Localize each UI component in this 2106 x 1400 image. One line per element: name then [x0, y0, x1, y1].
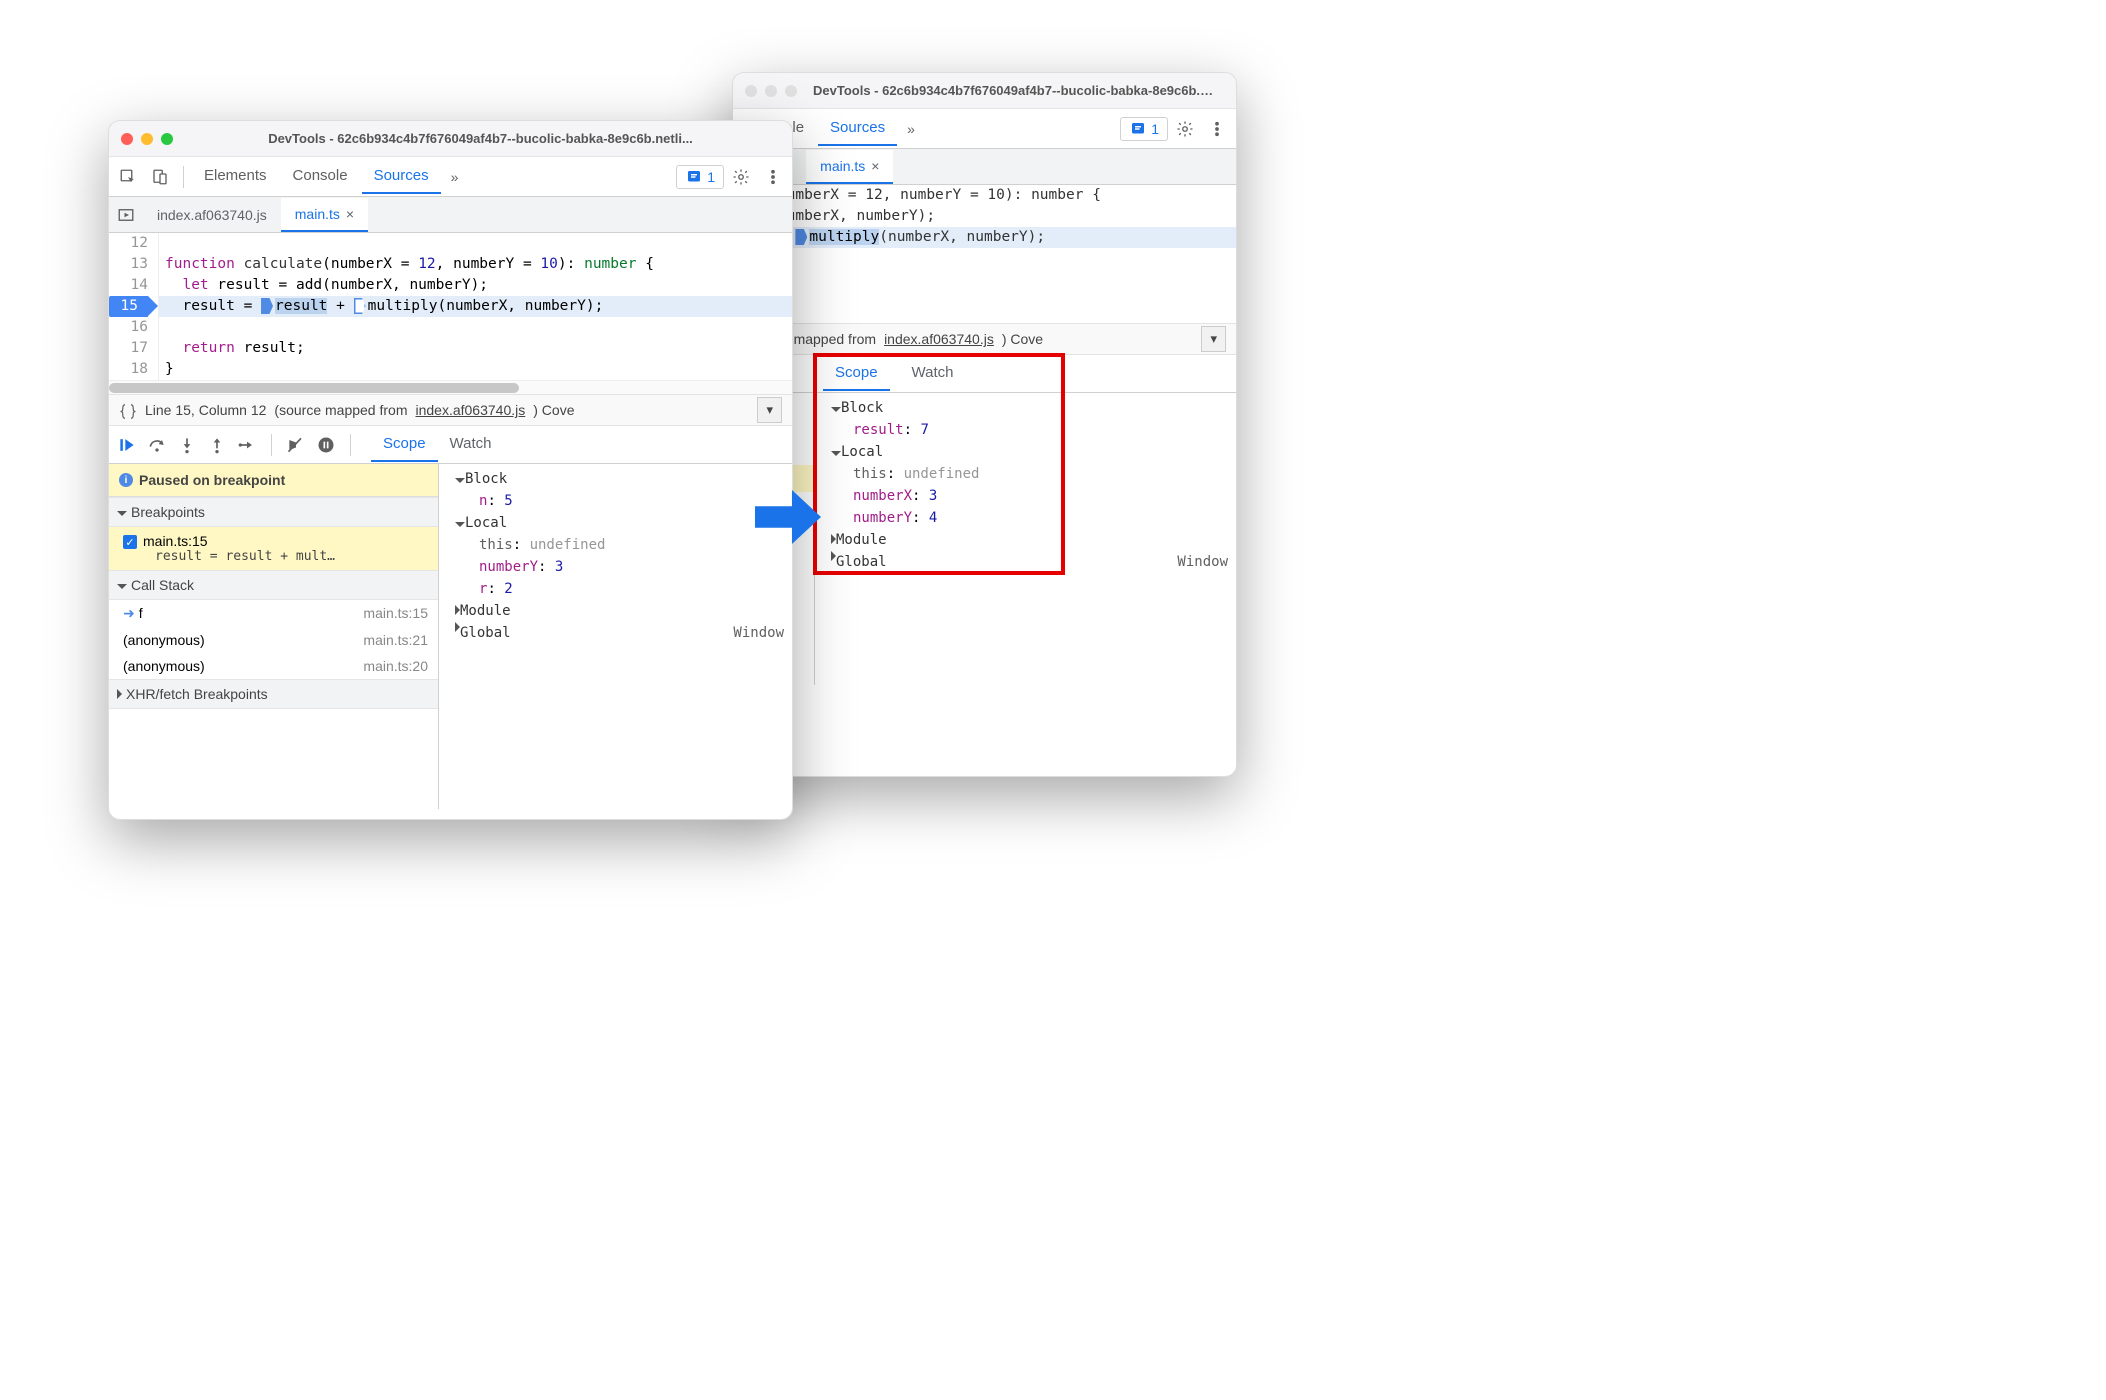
exec-marker-icon — [261, 298, 273, 314]
tab-elements[interactable]: Elements — [192, 159, 279, 194]
debug-toolbar: Scope Watch — [109, 426, 792, 464]
minimize-dot[interactable] — [765, 85, 777, 97]
device-icon[interactable] — [145, 162, 175, 192]
gear-icon[interactable] — [726, 162, 756, 192]
main-tabs: Console Sources » 1 — [733, 109, 1236, 149]
issues-count: 1 — [707, 169, 715, 185]
file-tab-main[interactable]: main.ts× — [281, 198, 368, 232]
kebab-icon[interactable] — [758, 162, 788, 192]
titlebar: DevTools - 62c6b934c4b7f676049af4b7--buc… — [109, 121, 792, 157]
coverage-toggle[interactable]: ▾ — [757, 397, 782, 423]
call-marker-icon — [354, 298, 366, 314]
callstack-row[interactable]: (anonymous)main.ts:21 — [109, 627, 438, 653]
code-editor[interactable]: ate(numberX = 12, numberY = 10): number … — [733, 185, 1236, 263]
tab-watch[interactable]: Watch — [900, 356, 966, 391]
step-over-icon[interactable] — [147, 435, 167, 455]
file-tab-js[interactable]: index.af063740.js — [143, 199, 281, 231]
window-title: DevTools - 62c6b934c4b7f676049af4b7--buc… — [805, 83, 1224, 98]
tab-sources[interactable]: Sources — [362, 159, 441, 194]
file-tabs: 3740.js main.ts× — [733, 149, 1236, 185]
breakpoint-line-marker[interactable]: 15 — [109, 296, 148, 317]
navigator-icon[interactable] — [109, 200, 143, 230]
pause-exc-icon[interactable] — [316, 435, 336, 455]
xhr-header[interactable]: XHR/fetch Breakpoints — [109, 679, 438, 709]
breakpoints-header[interactable]: Breakpoints — [109, 497, 438, 527]
tab-sources[interactable]: Sources — [818, 111, 897, 146]
arrow-icon — [755, 490, 821, 544]
back-scope-panel: Scope Watch Block result: 7 Local this: … — [815, 355, 1236, 685]
coverage-toggle[interactable]: ▾ — [1201, 326, 1226, 352]
titlebar: DevTools - 62c6b934c4b7f676049af4b7--buc… — [733, 73, 1236, 109]
step-icon[interactable] — [237, 435, 257, 455]
traffic-lights — [745, 85, 797, 97]
tab-scope[interactable]: Scope — [371, 427, 438, 462]
debug-sidebar: iPaused on breakpoint Breakpoints ✓main.… — [109, 464, 439, 809]
callstack-row[interactable]: ➜fmain.ts:15 — [109, 600, 438, 627]
inspect-icon[interactable] — [113, 162, 143, 192]
mapped-link[interactable]: index.af063740.js — [884, 331, 994, 347]
callstack-row[interactable]: (anonymous)main.ts:20 — [109, 653, 438, 679]
horiz-scrollbar[interactable] — [109, 380, 792, 394]
pretty-print-icon[interactable] — [119, 401, 137, 419]
window-title: DevTools - 62c6b934c4b7f676049af4b7--buc… — [181, 131, 780, 146]
main-tabs: Elements Console Sources » 1 — [109, 157, 792, 197]
tab-console[interactable]: Console — [281, 159, 360, 194]
deactivate-bp-icon[interactable] — [286, 435, 306, 455]
breakpoint-item[interactable]: ✓main.ts:15 result = result + mult… — [109, 527, 438, 570]
cursor-pos: Line 15, Column 12 — [145, 402, 266, 418]
mapped-link[interactable]: index.af063740.js — [415, 402, 525, 418]
more-tabs[interactable]: » — [443, 169, 467, 185]
close-icon[interactable]: × — [871, 158, 879, 174]
close-dot[interactable] — [121, 133, 133, 145]
tab-watch[interactable]: Watch — [438, 427, 504, 462]
tab-scope[interactable]: Scope — [823, 356, 890, 391]
scope-panel: Block n: 5 Local this: undefined numberY… — [439, 464, 792, 809]
step-out-icon[interactable] — [207, 435, 227, 455]
resume-icon[interactable] — [117, 435, 137, 455]
issues-count: 1 — [1151, 121, 1159, 137]
close-dot[interactable] — [745, 85, 757, 97]
step-into-icon[interactable] — [177, 435, 197, 455]
issues-badge[interactable]: 1 — [1120, 117, 1168, 141]
close-icon[interactable]: × — [346, 206, 354, 222]
callstack-header[interactable]: Call Stack — [109, 570, 438, 600]
issues-badge[interactable]: 1 — [676, 165, 724, 189]
kebab-icon[interactable] — [1202, 114, 1232, 144]
code-editor[interactable]: 121314 15 161718 function calculate(numb… — [109, 233, 792, 380]
exec-marker-icon — [795, 229, 807, 245]
zoom-dot[interactable] — [161, 133, 173, 145]
file-tab-main[interactable]: main.ts× — [806, 150, 893, 184]
more-tabs[interactable]: » — [899, 121, 923, 137]
zoom-dot[interactable] — [785, 85, 797, 97]
info-icon: i — [119, 473, 133, 487]
checkbox-icon[interactable]: ✓ — [123, 535, 137, 549]
traffic-lights — [121, 133, 173, 145]
minimize-dot[interactable] — [141, 133, 153, 145]
paused-banner: iPaused on breakpoint — [109, 464, 438, 497]
devtools-window-before: DevTools - 62c6b934c4b7f676049af4b7--buc… — [108, 120, 793, 820]
devtools-window-after: DevTools - 62c6b934c4b7f676049af4b7--buc… — [732, 72, 1237, 777]
status-bar: Line 15, Column 12 (source mapped from i… — [109, 394, 792, 426]
gear-icon[interactable] — [1170, 114, 1200, 144]
file-tabs: index.af063740.js main.ts× — [109, 197, 792, 233]
status-bar: (source mapped from index.af063740.js) C… — [733, 323, 1236, 355]
